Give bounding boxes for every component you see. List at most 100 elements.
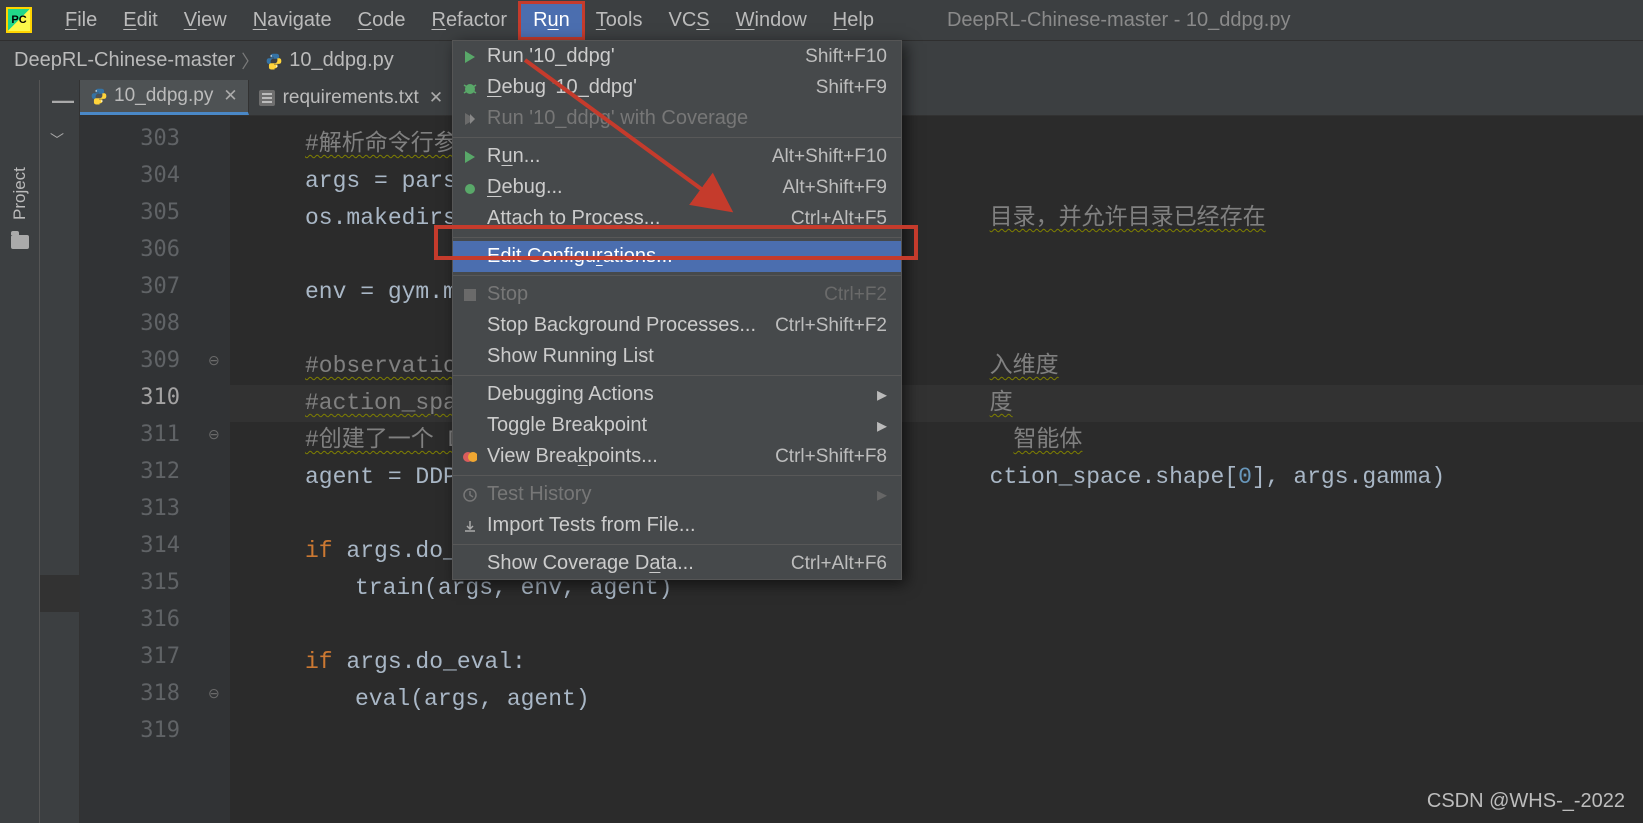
menu-separator (453, 275, 901, 276)
menu-separator (453, 544, 901, 545)
code-text: args.do_eval: (333, 649, 526, 675)
line-number: 316 (80, 607, 200, 632)
python-file-icon (265, 52, 283, 70)
menu-refactor[interactable]: Refactor (418, 3, 520, 38)
line-number: 303 (80, 126, 200, 151)
tree-expand-icon[interactable]: ﹀ (50, 130, 64, 150)
line-number: 309 (80, 348, 200, 373)
collapse-button[interactable]: — (52, 88, 74, 114)
menu-test-history: Test History▸ (453, 479, 901, 510)
menu-separator (453, 475, 901, 476)
menu-help[interactable]: Help (820, 3, 887, 38)
menu-stop: StopCtrl+F2 (453, 279, 901, 310)
close-icon[interactable]: ✕ (429, 88, 443, 108)
code-area[interactable]: #解析命令行参数，转换成 args = parser.par os.makedi… (230, 116, 1643, 823)
stop-icon (461, 286, 479, 304)
close-icon[interactable]: ✕ (223, 86, 237, 106)
bug-icon (461, 79, 479, 97)
gutter: 303 304 305 306 307 308 309 ⊖ 310 311 ⊖ … (80, 116, 230, 823)
chevron-right-icon: 〉 (241, 48, 259, 74)
line-number: 317 (80, 644, 200, 669)
menu-stop-bg[interactable]: Stop Background Processes...Ctrl+Shift+F… (453, 310, 901, 341)
menu-separator (453, 237, 901, 238)
menu-separator (453, 137, 901, 138)
tab-10-ddpg[interactable]: 10_ddpg.py ✕ (80, 80, 249, 115)
breadcrumb-file[interactable]: 10_ddpg.py (289, 49, 394, 72)
fold-icon[interactable]: ⊖ (208, 685, 220, 702)
breadcrumb-root[interactable]: DeepRL-Chinese-master (14, 49, 235, 72)
project-pane: — ﹀ (40, 80, 80, 823)
line-number: 308 (80, 311, 200, 336)
tab-label: 10_ddpg.py (114, 85, 213, 107)
app-logo: PC (6, 7, 32, 33)
watermark: CSDN @WHS-_-2022 (1427, 790, 1625, 813)
menu-debug[interactable]: Debug...Alt+Shift+F9 (453, 172, 901, 203)
line-number: 315 (80, 570, 200, 595)
menu-import-tests[interactable]: Import Tests from File... (453, 510, 901, 541)
line-number: 306 (80, 237, 200, 262)
chevron-right-icon: ▸ (877, 382, 887, 407)
menu-run[interactable]: Run (520, 3, 583, 38)
code-text: if (305, 538, 333, 564)
play-icon (461, 48, 479, 66)
tab-label: requirements.txt (283, 87, 419, 109)
tool-sidebar: Project (0, 80, 40, 823)
menu-file[interactable]: File (52, 3, 110, 38)
menu-run-named[interactable]: Run '10_ddpg'Shift+F10 (453, 41, 901, 72)
line-number: 310 (80, 385, 200, 410)
fold-icon[interactable]: ⊖ (208, 426, 220, 443)
window-title: DeepRL-Chinese-master - 10_ddpg.py (947, 9, 1291, 32)
import-icon (461, 517, 479, 535)
play-icon (461, 148, 479, 166)
menu-navigate[interactable]: Navigate (240, 3, 345, 38)
menu-toggle-breakpoint[interactable]: Toggle Breakpoint▸ (453, 410, 901, 441)
menu-run-coverage: Run '10_ddpg' with Coverage (453, 103, 901, 134)
run-menu: Run '10_ddpg'Shift+F10 Debug '10_ddpg'Sh… (452, 40, 902, 580)
python-file-icon (90, 87, 108, 105)
tree-selection (40, 575, 80, 612)
breakpoint-icon (461, 448, 479, 466)
menu-view[interactable]: View (171, 3, 240, 38)
line-number: 304 (80, 163, 200, 188)
menu-separator (453, 375, 901, 376)
menu-run[interactable]: Run...Alt+Shift+F10 (453, 141, 901, 172)
chevron-right-icon: ▸ (877, 482, 887, 507)
code-text: eval(args, agent) (355, 686, 590, 712)
menu-show-running[interactable]: Show Running List (453, 341, 901, 372)
line-number: 319 (80, 718, 200, 743)
menu-debug-named[interactable]: Debug '10_ddpg'Shift+F9 (453, 72, 901, 103)
menu-attach-process[interactable]: Attach to Process...Ctrl+Alt+F5 (453, 203, 901, 234)
code-text: 目录，并允许目录已经存在 (990, 205, 1266, 231)
menu-code[interactable]: Code (345, 3, 419, 38)
code-text: if (305, 649, 333, 675)
line-number: 305 (80, 200, 200, 225)
line-number: 314 (80, 533, 200, 558)
line-number: 318 (80, 681, 200, 706)
folder-icon (11, 235, 29, 249)
tab-requirements[interactable]: requirements.txt ✕ (249, 80, 454, 115)
line-number: 312 (80, 459, 200, 484)
line-number: 311 (80, 422, 200, 447)
project-tool-button[interactable]: Project (10, 167, 30, 220)
menu-edit[interactable]: Edit (110, 3, 170, 38)
menu-vcs[interactable]: VCS (656, 3, 723, 38)
menu-tools[interactable]: Tools (583, 3, 656, 38)
clock-icon (461, 486, 479, 504)
bug-icon (461, 179, 479, 197)
menu-debugging-actions[interactable]: Debugging Actions▸ (453, 379, 901, 410)
code-text: 度 (990, 390, 1013, 416)
code-text: 智能体 (1013, 427, 1082, 453)
chevron-right-icon: ▸ (877, 413, 887, 438)
code-text: 入维度 (990, 353, 1059, 379)
line-number: 313 (80, 496, 200, 521)
fold-icon[interactable]: ⊖ (208, 352, 220, 369)
line-number: 307 (80, 274, 200, 299)
menu-view-breakpoints[interactable]: View Breakpoints...Ctrl+Shift+F8 (453, 441, 901, 472)
coverage-icon (461, 110, 479, 128)
menu-edit-configurations[interactable]: Edit Configurations... (453, 241, 901, 272)
menu-show-coverage-data[interactable]: Show Coverage Data...Ctrl+Alt+F6 (453, 548, 901, 579)
menu-bar: PC File Edit View Navigate Code Refactor… (0, 0, 1643, 40)
menu-window[interactable]: Window (723, 3, 820, 38)
code-text: ction_space.shape[0], args.gamma) (990, 464, 1446, 490)
text-file-icon (259, 90, 275, 106)
